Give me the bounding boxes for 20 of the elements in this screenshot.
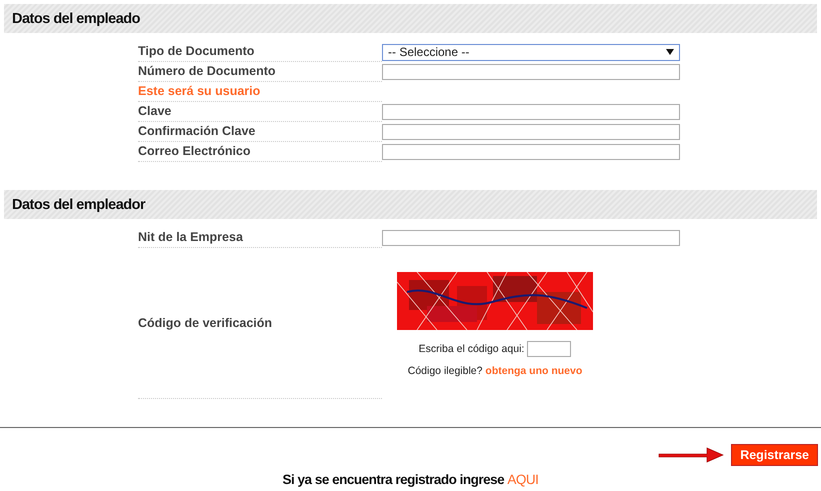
section-header: Datos del empleado (4, 4, 817, 33)
register-button[interactable]: Registrarse (731, 444, 818, 466)
captcha-input-field[interactable] (527, 341, 572, 357)
document-type-dropdown[interactable]: -- Seleccione -- (382, 44, 680, 60)
section-header: Datos del empleador (4, 190, 817, 219)
login-link[interactable]: AQUI (507, 472, 538, 487)
caret-icon (666, 49, 674, 55)
refresh-captcha-text: Código ilegible? obtenga uno nuevo (408, 365, 582, 377)
input-field[interactable] (382, 64, 680, 80)
input-field[interactable] (382, 230, 680, 246)
field-label: Tipo de Documento (138, 42, 382, 62)
login-prompt: Si ya se encuentra registrado ingrese AQUI (282, 472, 540, 487)
input-field[interactable] (382, 124, 680, 140)
field-label: Código de verificación (138, 248, 382, 399)
input-field[interactable] (382, 104, 680, 120)
input-field[interactable] (382, 144, 680, 160)
new-code-link[interactable]: obtenga uno nuevo (485, 365, 582, 377)
arrow-icon (657, 445, 726, 465)
captcha-prompt: Escriba el código aqui: (418, 343, 524, 355)
username-note: Este será su usuario (138, 82, 382, 102)
